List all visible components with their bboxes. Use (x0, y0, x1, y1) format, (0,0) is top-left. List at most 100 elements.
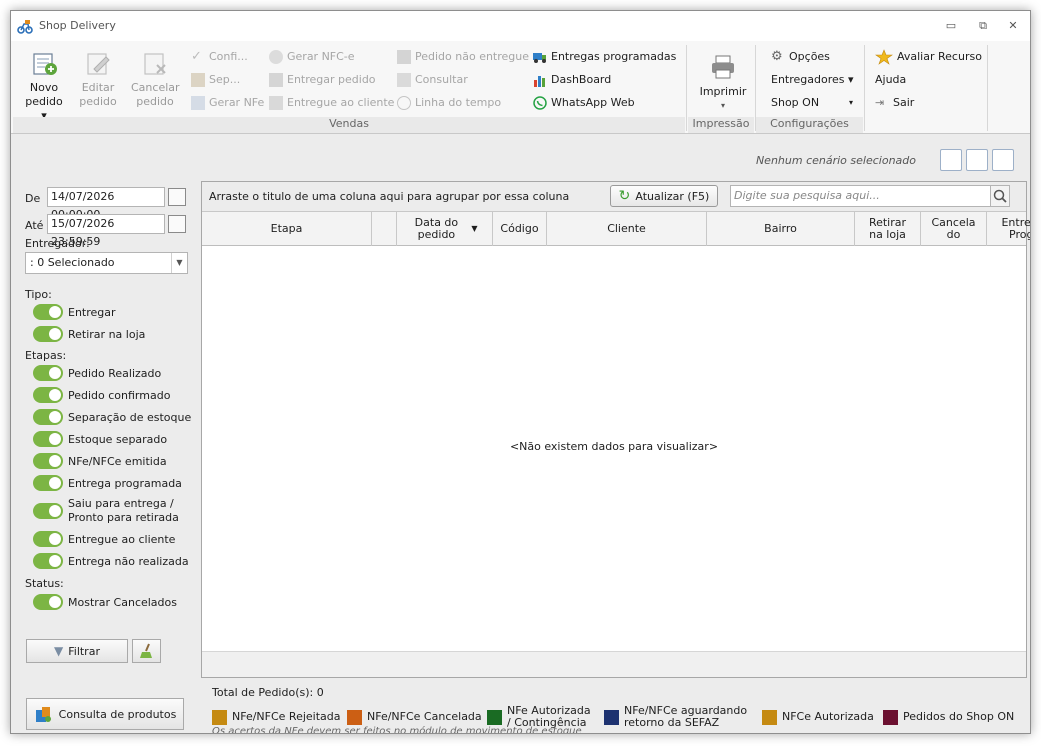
column-data-pedido[interactable]: Data do pedido ▼ (397, 212, 493, 246)
entregador-select[interactable]: : 0 Selecionado ▼ (25, 252, 188, 274)
edit-icon (87, 53, 110, 75)
toggle-switch[interactable] (33, 475, 63, 491)
cancelar-pedido-label: Cancelar pedido (131, 81, 180, 108)
status-label: Status: (25, 577, 64, 590)
toggle-pedido-realizado[interactable]: Pedido Realizado (33, 364, 161, 382)
imprimir-label: Imprimir (699, 85, 747, 98)
toggle-separacao-estoque[interactable]: Separação de estoque (33, 408, 191, 426)
toggle-switch[interactable] (33, 594, 63, 610)
group-separator (686, 45, 687, 131)
pedido-nao-entregue-button[interactable]: Pedido não entregue (397, 47, 529, 67)
toggle-saiu-entrega[interactable]: Saiu para entrega / Pronto para retirada (33, 496, 195, 526)
sair-button[interactable]: ⇥ Sair (875, 93, 914, 113)
entregue-cliente-button[interactable]: Entregue ao cliente (269, 93, 394, 113)
toggle-entregue-cliente[interactable]: Entregue ao cliente (33, 530, 175, 548)
entregadores-button[interactable]: Entregadores ▾ (771, 70, 854, 90)
toggle-switch[interactable] (33, 431, 63, 447)
toggle-nfe-emitida[interactable]: NFe/NFCe emitida (33, 452, 167, 470)
window-title: Shop Delivery (39, 19, 116, 32)
chevron-down-icon: ▾ (720, 101, 725, 110)
toggle-label: Pedido confirmado (68, 388, 171, 402)
toggle-entregar[interactable]: Entregar (33, 303, 116, 321)
toggle-switch[interactable] (33, 453, 63, 469)
cancelar-pedido-button[interactable]: Cancelar pedido (131, 49, 180, 109)
footer-note: Os acertos da NFe devem ser feitos no mó… (212, 726, 582, 734)
column-cancelado[interactable]: Cancelado (921, 212, 987, 246)
column-label: Data do pedido (414, 216, 459, 241)
confirmar-button[interactable]: ✓ Confi... (191, 47, 248, 67)
de-date-field[interactable]: 14/07/2026 00:00:00 (47, 187, 165, 221)
column-cliente[interactable]: Cliente (547, 212, 707, 246)
minimize-icon[interactable]: ▭ (942, 17, 960, 35)
avaliar-recurso-button[interactable]: Avaliar Recurso (875, 47, 982, 67)
toggle-entrega-programada[interactable]: Entrega programada (33, 474, 182, 492)
dashboard-button[interactable]: DashBoard (533, 70, 611, 90)
toggle-switch[interactable] (33, 304, 63, 320)
toggle-switch[interactable] (33, 409, 63, 425)
refresh-icon: ↻ (618, 188, 631, 204)
toggle-switch[interactable] (33, 387, 63, 403)
clear-filter-button[interactable] (132, 639, 161, 663)
scenario-icon[interactable] (940, 149, 962, 171)
toggle-mostrar-cancelados[interactable]: Mostrar Cancelados (33, 593, 177, 611)
ajuda-button[interactable]: Ajuda (875, 70, 906, 90)
search-doc-icon (397, 73, 411, 87)
calendar-icon[interactable] (168, 215, 186, 233)
legend-nfce-autorizada: NFCe Autorizada (762, 703, 874, 731)
column-label: Entrega Prog. (1001, 216, 1031, 241)
column-layout-icon[interactable] (966, 149, 988, 171)
consulta-produtos-button[interactable]: Consulta de produtos (26, 698, 184, 730)
column-etapa[interactable]: Etapa (202, 212, 372, 246)
restore-icon[interactable]: ⧉ (974, 17, 992, 35)
column-bairro[interactable]: Bairro (707, 212, 855, 246)
entregar-pedido-button[interactable]: Entregar pedido (269, 70, 376, 90)
column-label: Cancelado (931, 216, 976, 241)
grid-layout-icon[interactable] (992, 149, 1014, 171)
calendar-icon[interactable] (168, 188, 186, 206)
entregas-programadas-button[interactable]: Entregas programadas (533, 47, 676, 67)
toggle-label: NFe/NFCe emitida (68, 454, 167, 468)
opcoes-button[interactable]: ⚙ Opções (771, 47, 830, 67)
column-retirar-loja[interactable]: Retirar na loja (855, 212, 921, 246)
toggle-switch[interactable] (33, 326, 63, 342)
toggle-switch[interactable] (33, 531, 63, 547)
empty-message: <Não existem dados para visualizar> (509, 440, 719, 453)
search-input[interactable]: Digite sua pesquisa aqui... (730, 185, 991, 207)
toggle-switch[interactable] (33, 503, 63, 519)
entregas-programadas-label: Entregas programadas (551, 50, 677, 63)
novo-pedido-button[interactable]: Novo pedido ▾ (23, 49, 65, 123)
filtrar-button[interactable]: ▼ Filtrar (26, 639, 128, 663)
whatsapp-icon (533, 96, 547, 110)
toggle-switch[interactable] (33, 365, 63, 381)
exit-icon: ⇥ (875, 96, 885, 109)
linha-tempo-button[interactable]: Linha do tempo (397, 93, 501, 113)
gerar-nfce-button[interactable]: Gerar NFC-e (269, 47, 355, 67)
search-icon[interactable] (990, 185, 1010, 207)
toggle-entrega-nao-realizada[interactable]: Entrega não realizada (33, 552, 189, 570)
toggle-estoque-separado[interactable]: Estoque separado (33, 430, 167, 448)
sort-down-icon: ▼ (471, 224, 478, 233)
group-panel[interactable]: Arraste o titulo de uma coluna aqui para… (202, 182, 1026, 212)
toggle-switch[interactable] (33, 553, 63, 569)
imprimir-button[interactable]: Imprimir ▾ (695, 53, 751, 113)
atualizar-button[interactable]: ↻ Atualizar (F5) (610, 185, 718, 207)
ate-label: Até (25, 219, 44, 232)
shop-on-button[interactable]: Shop ON ▾ (771, 93, 853, 113)
group-separator (987, 45, 988, 131)
editar-pedido-button[interactable]: Editar pedido (77, 49, 119, 109)
consultar-button[interactable]: Consultar (397, 70, 468, 90)
toggle-pedido-confirmado[interactable]: Pedido confirmado (33, 386, 170, 404)
close-icon[interactable]: ✕ (1004, 17, 1022, 35)
separar-button[interactable]: Sep... (191, 70, 240, 90)
whatsapp-web-button[interactable]: WhatsApp Web (533, 93, 635, 113)
ate-date-field[interactable]: 15/07/2026 23:59:59 (47, 214, 165, 248)
toggle-retirar-loja[interactable]: Retirar na loja (33, 325, 145, 343)
orders-grid: Arraste o titulo de uma coluna aqui para… (201, 181, 1030, 678)
column-entrega-prog[interactable]: Entrega Prog. (987, 212, 1031, 246)
column-codigo[interactable]: Código (493, 212, 547, 246)
sair-label: Sair (893, 96, 915, 109)
horizontal-scrollbar[interactable] (202, 651, 1026, 677)
gerar-nfe-button[interactable]: Gerar NFe (191, 93, 264, 113)
total-pedidos: Total de Pedido(s): 0 (212, 686, 324, 699)
column-blank[interactable] (372, 212, 397, 246)
